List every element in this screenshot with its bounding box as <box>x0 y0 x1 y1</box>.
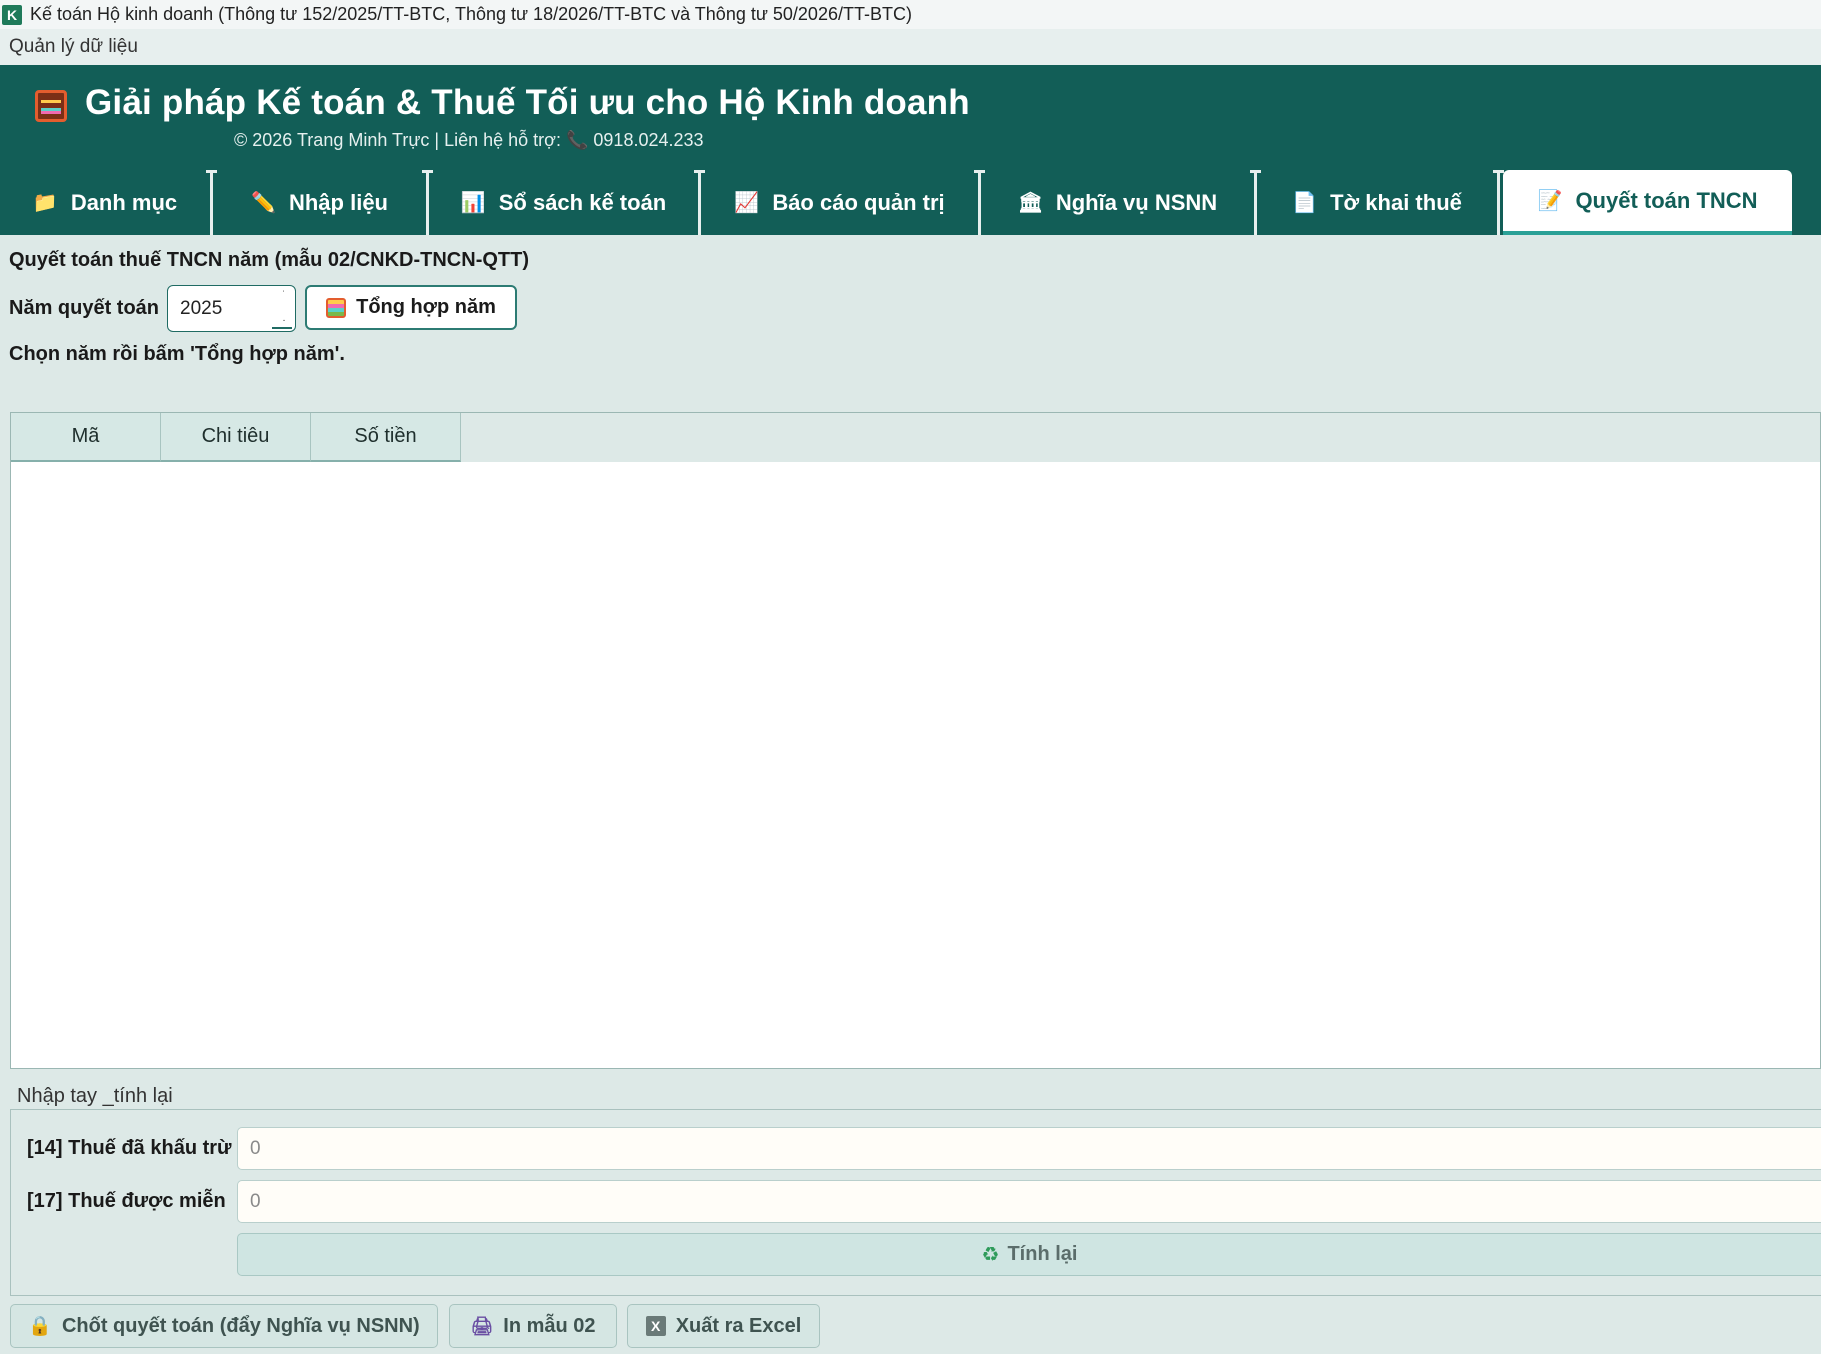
finalize-settlement-button[interactable]: 🔒 Chốt quyết toán (đẩy Nghĩa vụ NSNN) <box>10 1304 438 1348</box>
year-spinbox[interactable]: 2025 ˙ . <box>167 285 296 332</box>
recalculate-button[interactable]: ♻ Tính lại <box>237 1233 1821 1276</box>
support-phone: 0918.024.233 <box>593 130 704 150</box>
page-heading: Quyết toán thuế TNCN năm (mẫu 02/CNKD-TN… <box>9 249 529 271</box>
printer-icon: 🖨 <box>470 1315 494 1336</box>
tab-danh-muc[interactable]: 📁 Danh mục <box>0 170 210 235</box>
bank-icon: 🏛 <box>1017 192 1044 214</box>
spin-up-button[interactable]: ˙ <box>273 286 295 309</box>
tab-quyet-toan-tncn[interactable]: 📝 Quyết toán TNCN <box>1503 170 1792 235</box>
menu-item-data-management[interactable]: Quản lý dữ liệu <box>9 36 138 58</box>
column-header-chi-tieu[interactable]: Chi tiêu <box>161 413 311 462</box>
recycle-icon: ♻ <box>981 1244 1000 1266</box>
phone-icon: 📞 <box>565 130 589 150</box>
tab-label: Danh mục <box>70 189 178 215</box>
tab-nghia-vu-nsnn[interactable]: 🏛 Nghĩa vụ NSNN <box>981 170 1254 235</box>
tab-to-khai-thue[interactable]: 📄 Tờ khai thuế <box>1257 170 1497 235</box>
app-icon: K <box>2 4 22 25</box>
hint-text: Chọn năm rồi bấm 'Tổng hợp năm'. <box>9 343 345 365</box>
tab-label: Báo cáo quản trị <box>772 189 945 215</box>
header-subtitle: © 2026 Trang Minh Trực | Liên hệ hỗ trợ:… <box>234 130 704 151</box>
column-header-ma[interactable]: Mã <box>11 413 161 462</box>
print-label: In mẫu 02 <box>503 1314 596 1337</box>
recalculate-label: Tính lại <box>1007 1243 1078 1265</box>
pencil-icon: ✏️ <box>250 192 276 214</box>
receipt-icon: 📄 <box>1292 192 1318 214</box>
tab-label: Quyết toán TNCN <box>1575 187 1758 213</box>
line-chart-icon: 📈 <box>734 192 760 214</box>
abacus-icon <box>35 90 67 122</box>
field14-label: [14] Thuế đã khấu trừ <box>27 1137 232 1159</box>
export-excel-button[interactable]: X Xuất ra Excel <box>627 1304 820 1348</box>
exempt-tax-input[interactable]: 0 <box>237 1180 1821 1223</box>
lock-icon: 🔒 <box>28 1316 52 1337</box>
window-title: Kế toán Hộ kinh doanh (Thông tư 152/2025… <box>30 4 912 24</box>
spin-buttons: ˙ . <box>273 286 295 331</box>
copyright-text: © 2026 Trang Minh Trực | Liên hệ hỗ trợ: <box>234 130 561 150</box>
spin-down-button[interactable]: . <box>273 309 295 332</box>
summarize-year-button[interactable]: Tổng hợp năm <box>305 285 517 330</box>
tab-nhap-lieu[interactable]: ✏️ Nhập liệu <box>213 170 426 235</box>
column-header-so-tien[interactable]: Số tiền <box>311 413 461 462</box>
excel-icon: X <box>645 1316 666 1336</box>
document-icon: 📝 <box>1537 190 1563 212</box>
abacus-icon <box>326 297 347 318</box>
bar-chart-icon: 📊 <box>460 192 486 214</box>
tab-bar: 📁 Danh mục ✏️ Nhập liệu 📊 Sổ sách kế toá… <box>0 168 1821 235</box>
tab-label: Nghĩa vụ NSNN <box>1055 189 1218 215</box>
menu-bar: Quản lý dữ liệu <box>0 29 1821 65</box>
window-titlebar: K Kế toán Hộ kinh doanh (Thông tư 152/20… <box>0 0 1821 29</box>
settlement-table[interactable]: Mã Chi tiêu Số tiền <box>10 412 1821 1069</box>
tab-label: Tờ khai thuế <box>1330 189 1462 215</box>
folder-icon: 📁 <box>32 192 58 214</box>
tab-so-sach-ke-toan[interactable]: 📊 Sổ sách kế toán <box>429 170 698 235</box>
export-excel-label: Xuất ra Excel <box>675 1314 802 1337</box>
summarize-year-label: Tổng hợp năm <box>356 296 496 318</box>
table-header: Mã Chi tiêu Số tiền <box>11 413 1820 462</box>
tab-label: Nhập liệu <box>288 189 388 215</box>
field17-label: [17] Thuế được miễn <box>27 1190 226 1212</box>
print-form-button[interactable]: 🖨 In mẫu 02 <box>449 1304 617 1348</box>
tab-label: Sổ sách kế toán <box>498 189 667 215</box>
header-title: Giải pháp Kế toán & Thuế Tối ưu cho Hộ K… <box>85 83 970 122</box>
tab-separator <box>1493 170 1504 235</box>
finalize-label: Chốt quyết toán (đẩy Nghĩa vụ NSNN) <box>61 1314 420 1337</box>
year-label: Năm quyết toán <box>9 297 160 319</box>
tab-bao-cao-quan-tri[interactable]: 📈 Báo cáo quản trị <box>701 170 978 235</box>
manual-group-label: Nhập tay _tính lại <box>17 1085 173 1107</box>
year-value[interactable]: 2025 <box>168 298 273 320</box>
header-banner: Giải pháp Kế toán & Thuế Tối ưu cho Hộ K… <box>0 65 1821 168</box>
withheld-tax-input[interactable]: 0 <box>237 1127 1821 1170</box>
